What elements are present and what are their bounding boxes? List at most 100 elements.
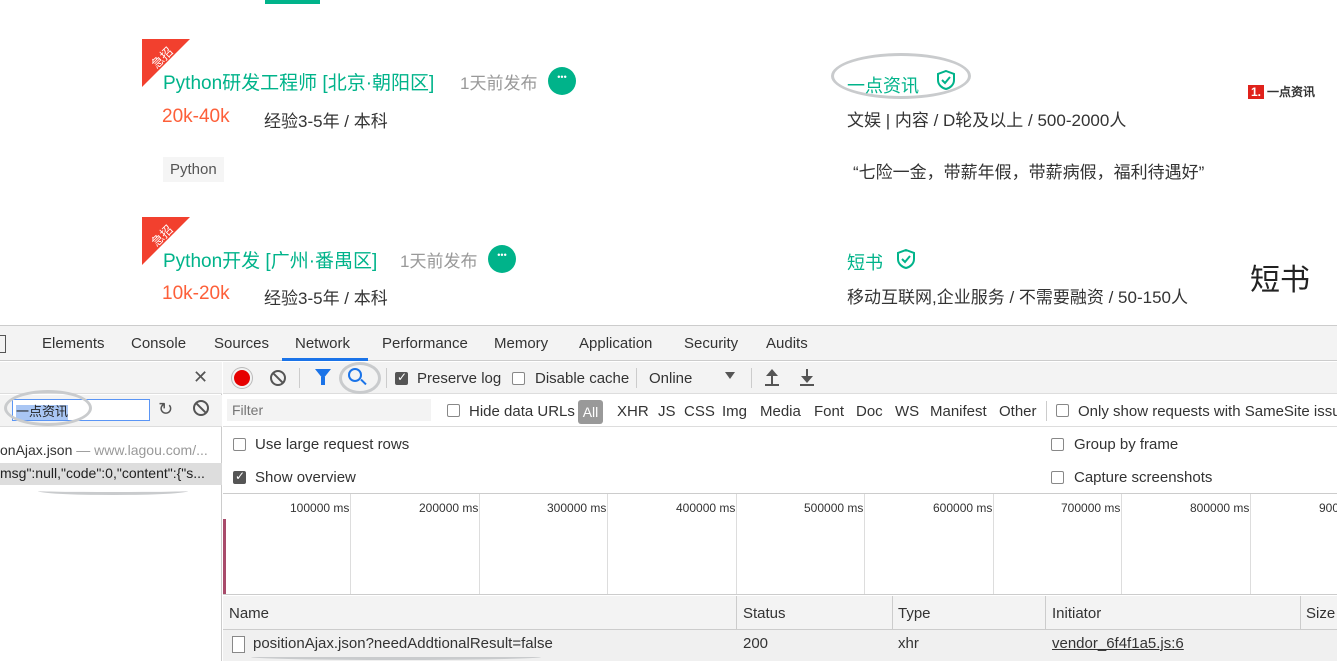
company-logo: 短书 bbox=[1250, 263, 1310, 298]
tab-application[interactable]: Application bbox=[579, 335, 652, 352]
filter-css[interactable]: CSS bbox=[684, 403, 715, 420]
show-overview-checkbox[interactable] bbox=[233, 469, 246, 484]
filter-js[interactable]: JS bbox=[658, 403, 676, 420]
filter-font[interactable]: Font bbox=[814, 403, 844, 420]
page: 急招 Python研发工程师 [北京·朝阳区] 1天前发布 20k-40k 经验… bbox=[0, 0, 1337, 661]
record-button[interactable] bbox=[234, 370, 250, 386]
requirements: 经验3-5年 / 本科 bbox=[264, 112, 388, 131]
clear-search-icon[interactable] bbox=[193, 400, 209, 416]
filter-other[interactable]: Other bbox=[999, 403, 1037, 420]
close-icon[interactable]: ✕ bbox=[193, 367, 208, 388]
publish-time: 1天前发布 bbox=[460, 74, 538, 93]
skill-tag: Python bbox=[163, 157, 224, 182]
timeline-tick: 500000 ms bbox=[804, 501, 864, 515]
tab-console[interactable]: Console bbox=[131, 335, 186, 352]
job-title[interactable]: Python开发 [广州·番禺区] bbox=[163, 246, 377, 273]
timeline-overview[interactable]: 100000 ms 200000 ms 300000 ms 400000 ms … bbox=[223, 494, 1337, 595]
active-nav-indicator bbox=[265, 0, 320, 4]
table-row[interactable]: positionAjax.json?needAddtionalResult=fa… bbox=[223, 630, 1337, 661]
verified-shield-icon bbox=[897, 249, 915, 269]
import-har-icon[interactable] bbox=[765, 369, 779, 386]
timeline-activity bbox=[223, 519, 226, 594]
group-by-frame-label: Group by frame bbox=[1074, 436, 1179, 453]
tab-network[interactable]: Network bbox=[295, 335, 350, 352]
clear-icon[interactable] bbox=[270, 370, 286, 386]
refresh-icon[interactable]: ↻ bbox=[158, 399, 173, 420]
disable-cache-checkbox[interactable] bbox=[512, 372, 525, 385]
hide-data-urls-label: Hide data URLs bbox=[469, 403, 575, 420]
tab-audits[interactable]: Audits bbox=[766, 335, 808, 352]
company-industry: 移动互联网,企业服务 / 不需要融资 / 50-150人 bbox=[847, 288, 1188, 307]
requirements: 经验3-5年 / 本科 bbox=[264, 289, 388, 308]
tab-memory[interactable]: Memory bbox=[494, 335, 548, 352]
company-logo: 1. 一点资讯 bbox=[1248, 83, 1315, 100]
search-panel: ✕ 一点资讯 ↻ onAjax.json — www.lagou.com/...… bbox=[0, 362, 222, 661]
annotation-circle bbox=[339, 362, 381, 394]
disable-cache-label: Disable cache bbox=[535, 370, 630, 387]
preserve-log-checkbox[interactable] bbox=[395, 370, 408, 385]
large-rows-label: Use large request rows bbox=[255, 436, 410, 453]
search-result-match[interactable]: msg":null,"code":0,"content":{"s... bbox=[0, 463, 222, 485]
filter-xhr[interactable]: XHR bbox=[617, 403, 649, 420]
annotation-circle bbox=[4, 390, 92, 426]
search-result-file[interactable]: onAjax.json — www.lagou.com/... bbox=[0, 442, 222, 458]
tab-security[interactable]: Security bbox=[684, 335, 738, 352]
samesite-label: Only show requests with SameSite issue bbox=[1078, 403, 1337, 420]
tab-performance[interactable]: Performance bbox=[382, 335, 468, 352]
job-title[interactable]: Python研发工程师 [北京·朝阳区] bbox=[163, 68, 434, 95]
hide-data-urls-checkbox[interactable] bbox=[447, 404, 460, 417]
network-panel: Preserve log Disable cache Online bbox=[223, 362, 1337, 661]
request-name[interactable]: positionAjax.json?needAddtionalResult=fa… bbox=[253, 635, 553, 652]
capture-screenshots-checkbox[interactable] bbox=[1051, 471, 1064, 484]
throttling-select[interactable]: Online bbox=[649, 370, 692, 387]
export-har-icon[interactable] bbox=[800, 369, 814, 386]
request-initiator-link[interactable]: vendor_6f4f1a5.js:6 bbox=[1052, 635, 1184, 652]
dock-icon[interactable] bbox=[0, 335, 6, 353]
active-tab-indicator bbox=[282, 358, 368, 361]
filter-doc[interactable]: Doc bbox=[856, 403, 883, 420]
filter-bar: Hide data URLs All XHR JS CSS Img Media … bbox=[223, 395, 1337, 427]
company-name[interactable]: 一点资讯 bbox=[847, 72, 919, 98]
company-industry: 文娱 | 内容 / D轮及以上 / 500-2000人 bbox=[847, 111, 1127, 130]
chat-icon[interactable] bbox=[488, 245, 516, 273]
document-icon bbox=[232, 636, 245, 653]
timeline-tick: 600000 ms bbox=[933, 501, 993, 515]
column-size[interactable]: Size bbox=[1306, 605, 1335, 622]
network-toolbar: Preserve log Disable cache Online bbox=[223, 362, 1337, 394]
request-status: 200 bbox=[743, 635, 769, 652]
column-type[interactable]: Type bbox=[898, 605, 931, 622]
show-overview-label: Show overview bbox=[255, 469, 356, 486]
samesite-checkbox[interactable] bbox=[1056, 404, 1069, 417]
filter-all-button[interactable]: All bbox=[578, 400, 603, 424]
company-benefit: “七险一金，带薪年假，带薪病假，福利待遇好” bbox=[853, 163, 1205, 182]
preserve-log-label: Preserve log bbox=[417, 370, 502, 387]
capture-screenshots-label: Capture screenshots bbox=[1074, 469, 1213, 486]
timeline-tick: 700000 ms bbox=[1061, 501, 1121, 515]
filter-icon[interactable] bbox=[315, 369, 331, 385]
request-type: xhr bbox=[898, 635, 919, 652]
timeline-tick: 900 bbox=[1319, 501, 1337, 515]
column-name[interactable]: Name bbox=[229, 605, 269, 622]
company-name[interactable]: 短书 bbox=[847, 249, 883, 275]
filter-media[interactable]: Media bbox=[760, 403, 801, 420]
salary: 10k-20k bbox=[162, 283, 230, 304]
salary: 20k-40k bbox=[162, 106, 230, 127]
timeline-tick: 300000 ms bbox=[547, 501, 607, 515]
filter-img[interactable]: Img bbox=[722, 403, 747, 420]
tab-sources[interactable]: Sources bbox=[214, 335, 269, 352]
timeline-tick: 400000 ms bbox=[676, 501, 736, 515]
chat-icon[interactable] bbox=[548, 67, 576, 95]
column-initiator[interactable]: Initiator bbox=[1052, 605, 1101, 622]
group-by-frame-checkbox[interactable] bbox=[1051, 438, 1064, 451]
verified-shield-icon bbox=[937, 70, 955, 90]
search-panel-toolbar: ✕ bbox=[0, 362, 222, 394]
chevron-down-icon[interactable] bbox=[725, 372, 735, 379]
filter-ws[interactable]: WS bbox=[895, 403, 919, 420]
tab-elements[interactable]: Elements bbox=[42, 335, 105, 352]
filter-input[interactable] bbox=[227, 399, 431, 421]
annotation-underline bbox=[251, 654, 541, 660]
filter-manifest[interactable]: Manifest bbox=[930, 403, 987, 420]
column-status[interactable]: Status bbox=[743, 605, 786, 622]
timeline-tick: 100000 ms bbox=[290, 501, 350, 515]
large-rows-checkbox[interactable] bbox=[233, 438, 246, 451]
